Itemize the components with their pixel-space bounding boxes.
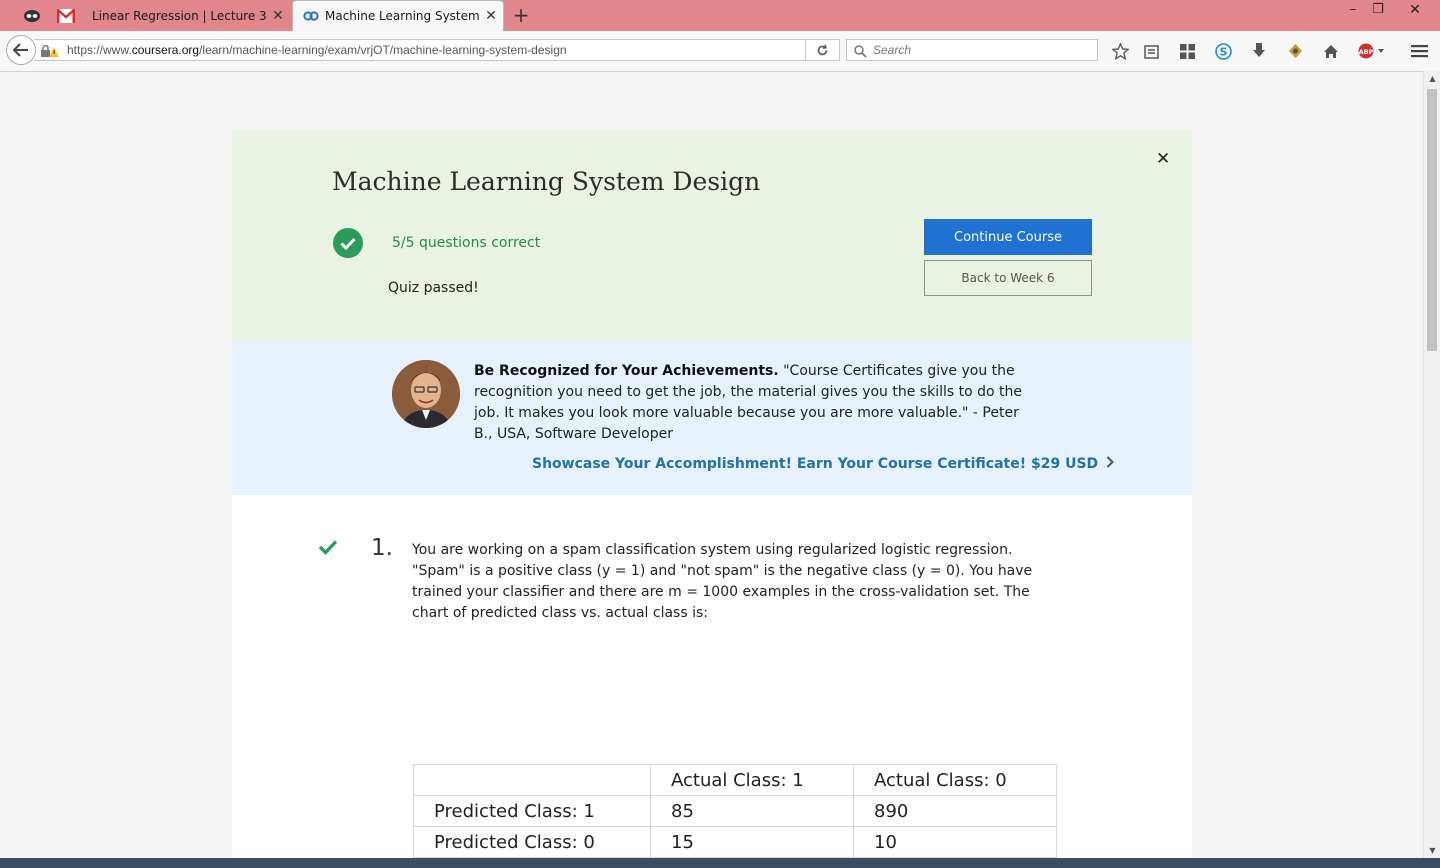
browser-navbar: https://www.coursera.org/learn/machine-l… <box>0 31 1440 72</box>
back-to-week-button[interactable]: Back to Week 6 <box>924 260 1092 296</box>
table-header-row: Actual Class: 1 Actual Class: 0 <box>413 764 1057 796</box>
scroll-thumb[interactable] <box>1427 89 1437 351</box>
table-header-cell <box>413 764 651 796</box>
table-header-cell: Actual Class: 0 <box>853 764 1057 796</box>
table-cell: 10 <box>853 826 1057 858</box>
table-row: Predicted Class: 1 85 890 <box>413 795 1057 827</box>
search-input[interactable]: Search <box>846 39 1098 61</box>
window-close-icon[interactable]: ✕ <box>1400 0 1430 24</box>
confusion-matrix-table: Actual Class: 1 Actual Class: 0 Predicte… <box>413 764 1057 858</box>
lock-warning-icon[interactable] <box>40 44 60 64</box>
download-icon[interactable] <box>1249 41 1269 61</box>
check-circle-icon <box>333 228 363 258</box>
tab-linear-regression[interactable]: Linear Regression | Lecture 3: L... ✕ <box>80 0 290 31</box>
table-header-cell: Actual Class: 1 <box>650 764 854 796</box>
page-title: Machine Learning System Design <box>332 167 761 196</box>
testimonial: Be Recognized for Your Achievements. "Co… <box>474 361 1034 445</box>
menu-icon[interactable] <box>1409 41 1429 61</box>
table-cell: Predicted Class: 0 <box>413 826 651 858</box>
tab-close-icon[interactable]: ✕ <box>479 8 503 24</box>
coursera-favicon-icon <box>303 11 319 21</box>
table-cell: 85 <box>650 795 854 827</box>
svg-text:ABP: ABP <box>1359 48 1374 56</box>
page-scrollbar[interactable]: ▲ ▼ <box>1423 71 1440 858</box>
pocket-icon[interactable] <box>1177 41 1197 61</box>
search-icon <box>854 44 867 64</box>
table-cell: Predicted Class: 1 <box>413 795 651 827</box>
pinned-tab-gmail-icon[interactable] <box>51 0 81 31</box>
continue-course-button[interactable]: Continue Course <box>924 219 1092 255</box>
reload-icon[interactable] <box>805 40 839 60</box>
browser-titlebar: Linear Regression | Lecture 3: L... ✕ Ma… <box>0 0 1440 31</box>
scroll-up-icon[interactable]: ▲ <box>1424 74 1440 83</box>
score-text: 5/5 questions correct <box>392 235 541 251</box>
close-icon[interactable]: ✕ <box>1156 149 1170 169</box>
pinned-tab-mask-icon[interactable] <box>17 0 47 31</box>
correct-check-icon <box>318 539 338 559</box>
table-cell: 890 <box>853 795 1057 827</box>
table-row: Predicted Class: 0 15 10 <box>413 826 1057 858</box>
os-taskbar <box>0 858 1440 868</box>
url-text: https://www.coursera.org/learn/machine-l… <box>67 43 567 57</box>
earn-certificate-link[interactable]: Showcase Your Accomplishment! Earn Your … <box>532 456 1115 472</box>
tab-close-icon[interactable]: ✕ <box>266 8 290 24</box>
address-bar[interactable]: https://www.coursera.org/learn/machine-l… <box>34 39 840 61</box>
svg-text:S: S <box>1219 45 1227 58</box>
quiz-status: Quiz passed! <box>388 280 479 296</box>
tab-machine-learning-system[interactable]: Machine Learning System ... ✕ <box>292 0 504 31</box>
home-icon[interactable] <box>1321 41 1341 61</box>
star-icon[interactable] <box>1110 41 1130 61</box>
avatar <box>392 360 460 428</box>
pass-panel: Machine Learning System Design ✕ 5/5 que… <box>232 131 1192 340</box>
tab-label: Machine Learning System ... <box>325 9 479 23</box>
restore-icon[interactable]: ❐ <box>1363 0 1393 24</box>
skype-icon[interactable]: S <box>1213 41 1233 61</box>
new-tab-button[interactable]: + <box>508 4 534 28</box>
table-cell: 15 <box>650 826 854 858</box>
question-number: 1. <box>371 535 393 561</box>
reading-list-icon[interactable] <box>1141 41 1161 61</box>
adblock-icon[interactable]: ABP <box>1358 41 1386 61</box>
quiz-result-card: Machine Learning System Design ✕ 5/5 que… <box>232 131 1192 858</box>
promo-cta: Showcase Your Accomplishment! Earn Your … <box>532 456 1099 472</box>
tab-label: Linear Regression | Lecture 3: L... <box>92 8 266 23</box>
scroll-down-icon[interactable]: ▼ <box>1424 846 1440 855</box>
promo-heading: Be Recognized for Your Achievements. <box>474 363 779 379</box>
question-text: You are working on a spam classification… <box>412 542 1033 621</box>
back-button[interactable] <box>6 35 36 65</box>
chevron-right-icon <box>1106 456 1115 472</box>
certificate-promo: Be Recognized for Your Achievements. "Co… <box>232 340 1192 495</box>
extension-icon[interactable] <box>1285 41 1305 61</box>
